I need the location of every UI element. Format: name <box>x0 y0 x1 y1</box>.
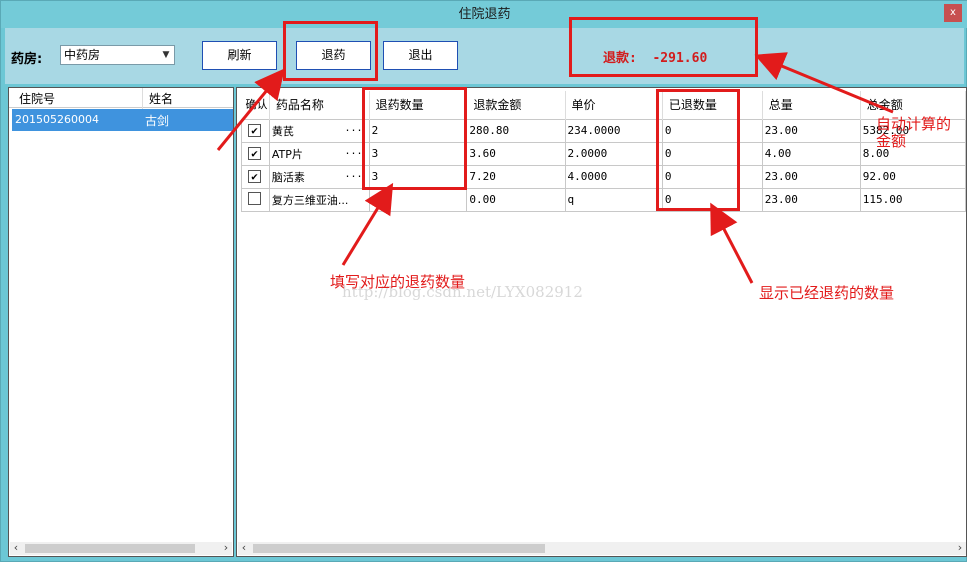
arrow-to-refund <box>754 52 894 114</box>
arrow-to-return-qty <box>341 182 394 266</box>
annotation-auto-calc-line2: 金额 <box>876 132 907 150</box>
annotation-arrows <box>216 52 894 284</box>
arrow-to-return-button <box>216 68 285 151</box>
annotation-show-returned: 显示已经退药的数量 <box>759 284 895 302</box>
annotation-auto-calc-line1: 自动计算的 <box>876 115 952 133</box>
annotation-fill-qty: 填写对应的退药数量 <box>330 273 466 291</box>
arrow-to-returned-qty <box>710 202 754 284</box>
annotation-auto-calc: 自动计算的 金额 <box>876 116 951 150</box>
